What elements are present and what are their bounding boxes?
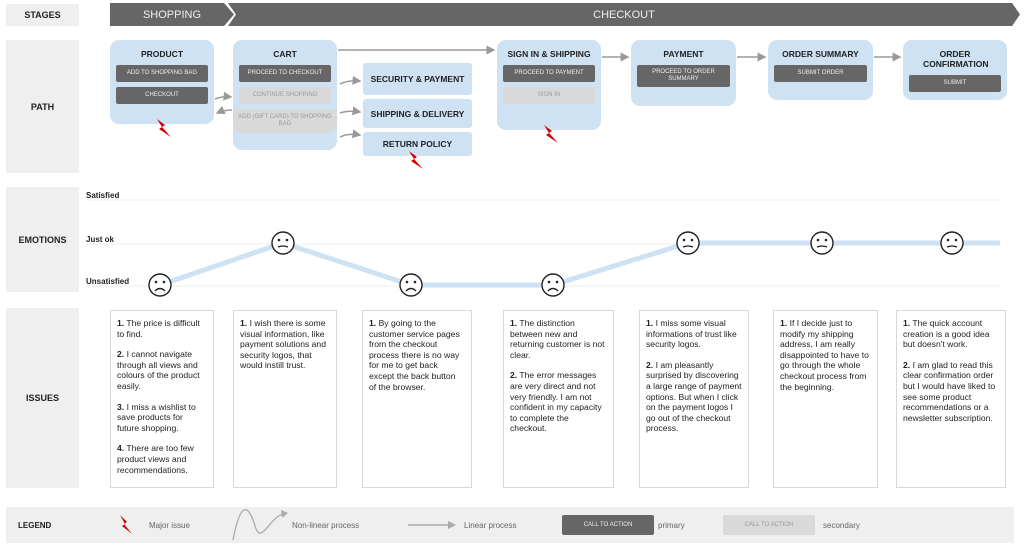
issue-number: 1. [510,318,518,328]
issue-card: 1. The quick account creation is a good … [896,310,1006,488]
issue-number: 3. [117,401,125,412]
step-payment: PAYMENT PROCEED TO ORDER SUMMARY [631,40,736,106]
issue-card: 1. I miss some visual informations of tr… [639,310,749,488]
sad-face-icon [541,273,565,297]
major-issue-lightning-icon [155,118,173,143]
issue-text: The price is difficult to find. [117,318,200,339]
step-order-summary: ORDER SUMMARY SUBMIT ORDER [768,40,873,100]
step-title: PRODUCT [140,49,184,59]
row-label-issues: ISSUES [6,308,79,488]
nonlinear-arrow [339,106,362,116]
issue-item: 4. There are too few product views and r… [117,443,207,475]
step-title: ORDER CONFIRMATION [923,49,989,69]
issue-number: 4. [117,443,125,454]
issue-item: 2. The error messages are very direct an… [510,370,607,434]
issue-item: 1. The quick account creation is a good … [903,318,999,350]
neutral-face-icon [676,231,700,255]
secondary-cta-button[interactable]: ADD (GIFT CARD) TO SHOPPING BAG [233,109,337,133]
issue-card: 1. The distinction between new and retur… [503,310,614,488]
secondary-cta-button[interactable]: SIGN IN [503,87,595,104]
issue-card: 1. The price is difficult to find. 2. I c… [110,310,214,488]
issue-item: 1. The price is difficult to find. [117,318,207,339]
legend-secondary: secondary [823,520,860,530]
secondary-cta-button[interactable]: CONTINUE SHOPPING [239,87,331,104]
sad-face-icon [148,273,172,297]
issue-item: 1. If I decide just to modify my shippin… [780,318,871,392]
step-title: PAYMENT [663,49,704,59]
issue-text: I am pleasantly surprised by discovering… [646,359,742,434]
primary-cta-button[interactable]: ADD TO SHOPPING BAG [116,65,208,82]
primary-cta-button[interactable]: SUBMIT ORDER [774,65,867,82]
issue-item: 2. I cannot navigate through all views a… [117,349,207,391]
linear-arrow-icon [408,507,458,543]
issue-text: The distinction between new and returnin… [510,318,605,360]
legend-nonlinear: Non-linear process [292,520,360,530]
issue-item: 2. I am pleasantly surprised by discover… [646,360,742,434]
issue-number: 1. [646,318,654,328]
step-title: CART [273,49,297,59]
issue-text: The error messages are very direct and n… [510,370,602,434]
nonlinear-arrow [339,129,362,139]
primary-cta-button[interactable]: CHECKOUT [116,87,208,104]
issue-item: 2. I am glad to read this clear confirma… [903,360,999,424]
legend-linear: Linear process [464,520,517,530]
major-issue-lightning-icon [542,124,560,149]
issue-item: 3. I miss a wishlist to save products fo… [117,402,207,434]
legend-cta-primary: CALL TO ACTION [562,515,654,535]
legend-major-issue: Major issue [149,520,190,530]
issue-card: 1. By going to the customer service page… [362,310,472,488]
neutral-face-icon [271,231,295,255]
issue-text: I am glad to read this clear confirmatio… [903,359,996,423]
issue-card: 1. I wish there is some visual informati… [233,310,337,488]
lightning-icon [118,507,134,543]
issue-number: 1. [780,318,788,328]
nonlinear-arrow [339,75,362,85]
side-page-security-payment[interactable]: SECURITY & PAYMENT [363,63,472,95]
issue-text: I miss a wishlist to save products for f… [117,401,196,433]
nonlinear-arrow [214,91,233,101]
issue-text: There are too few product views and reco… [117,443,194,475]
issue-number: 2. [903,359,911,370]
issue-text: I wish there is some visual information,… [240,318,326,371]
sad-face-icon [399,273,423,297]
nonlinear-curve-icon [231,507,291,543]
nonlinear-arrow [215,105,233,115]
issue-text: The quick account creation is a good ide… [903,318,990,350]
step-product: PRODUCT ADD TO SHOPPING BAG CHECKOUT [110,40,214,124]
step-order-confirmation: ORDER CONFIRMATION SUBMIT [903,40,1007,100]
legend-primary: primary [658,520,685,530]
issue-item: 1. I miss some visual informations of tr… [646,318,742,350]
issue-number: 1. [903,318,911,328]
issue-text: By going to the customer service pages f… [369,318,460,392]
primary-cta-button[interactable]: SUBMIT [909,75,1001,92]
step-cart: CART PROCEED TO CHECKOUT CONTINUE SHOPPING… [233,40,337,150]
issue-number: 1. [240,318,248,328]
step-title: ORDER SUMMARY [782,49,859,59]
issue-number: 1. [369,318,377,328]
step-sign-in-shipping: SIGN IN & SHIPPING PROCEED TO PAYMENT SIGN… [497,40,601,130]
issue-number: 1. [117,318,125,328]
issue-text: I cannot navigate through all views and … [117,349,200,391]
legend: LEGEND Major issue Non-linear process Li… [6,507,1014,543]
issue-card: 1. If I decide just to modify my shippin… [773,310,878,488]
neutral-face-icon [810,231,834,255]
side-page-shipping-delivery[interactable]: SHIPPING & DELIVERY [363,99,472,128]
issue-text: I miss some visual informations of trust… [646,318,737,350]
issue-text: If I decide just to modify my shipping a… [780,318,869,392]
legend-cta-secondary: CALL TO ACTION [723,515,815,535]
legend-title: LEGEND [18,520,52,530]
issue-number: 2. [117,349,125,360]
emotion-curve [86,199,1000,297]
issue-item: 1. I wish there is some visual informati… [240,318,330,371]
primary-cta-button[interactable]: PROCEED TO CHECKOUT [239,65,331,82]
neutral-face-icon [940,231,964,255]
major-issue-lightning-icon [407,150,425,175]
issue-number: 2. [510,370,518,381]
step-title: SIGN IN & SHIPPING [507,49,591,59]
primary-cta-button[interactable]: PROCEED TO ORDER SUMMARY [637,65,730,87]
issue-item: 1. By going to the customer service page… [369,318,465,392]
issue-item: 1. The distinction between new and retur… [510,318,607,360]
primary-cta-button[interactable]: PROCEED TO PAYMENT [503,65,595,82]
issue-number: 2. [646,359,654,370]
